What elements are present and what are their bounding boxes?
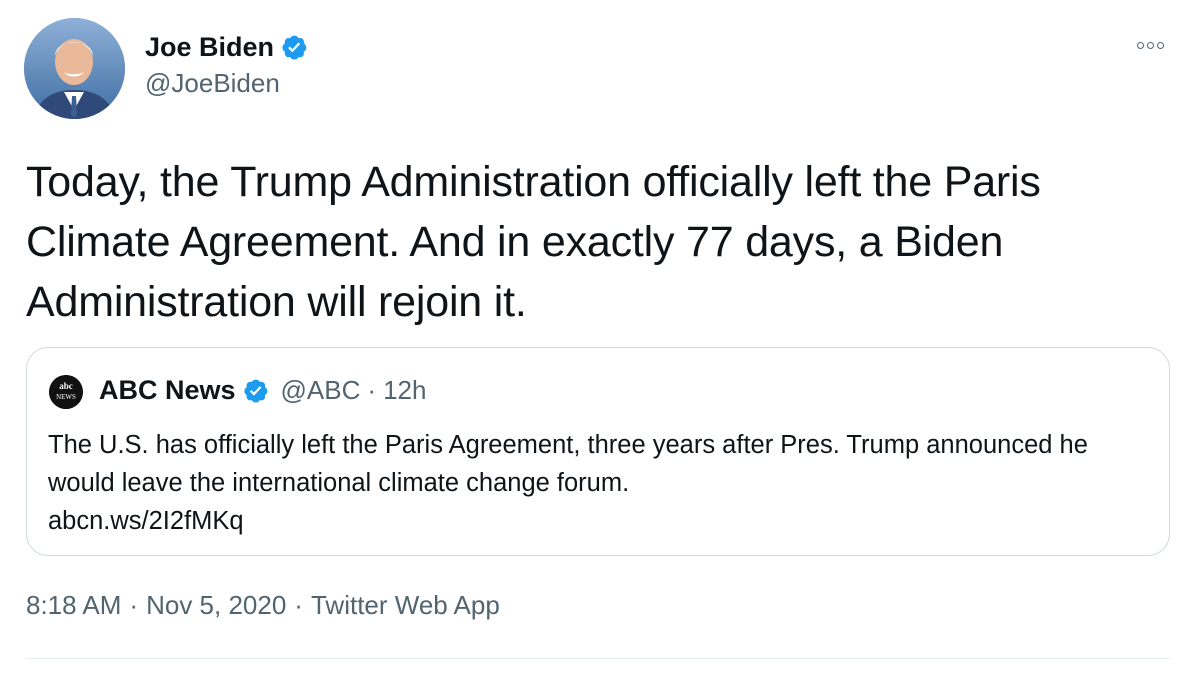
quoted-author-avatar: abc NEWS: [49, 375, 83, 409]
quoted-author-handle: @ABC: [280, 374, 361, 405]
more-dot: [1136, 41, 1144, 49]
tweet-source-app[interactable]: Twitter Web App: [311, 590, 500, 620]
author-handle[interactable]: @JoeBiden: [145, 68, 280, 99]
author-avatar[interactable]: [24, 18, 125, 119]
author-name[interactable]: Joe Biden: [145, 32, 274, 63]
quoted-separator: ·: [367, 374, 377, 405]
abc-news-logo: abc NEWS: [49, 375, 83, 409]
quoted-tweet[interactable]: abc NEWS ABC News @ABC · 12h The U.S. ha…: [26, 347, 1170, 556]
meta-separator: ·: [294, 590, 303, 620]
tweet-text: Today, the Trump Administration official…: [26, 158, 1041, 326]
quoted-text: The U.S. has officially left the Paris A…: [48, 431, 1088, 497]
more-options-icon[interactable]: [1128, 30, 1172, 60]
meta-separator: ·: [129, 590, 139, 620]
avatar-image: [24, 18, 125, 119]
quoted-author-name: ABC News: [99, 374, 236, 405]
logo-news-text: NEWS: [56, 393, 76, 401]
tweet: Joe Biden @JoeBiden Today, the Trump Adm…: [0, 0, 1200, 676]
tweet-time[interactable]: 8:18 AM: [26, 590, 121, 620]
tweet-date[interactable]: Nov 5, 2020: [146, 590, 286, 620]
more-dot: [1146, 41, 1154, 49]
verified-badge-icon: [242, 377, 269, 404]
quoted-timestamp: 12h: [383, 374, 427, 405]
quoted-header: ABC News @ABC · 12h: [99, 370, 426, 410]
author-name-row: Joe Biden: [145, 27, 308, 67]
quoted-text-block: The U.S. has officially left the Paris A…: [48, 426, 1148, 540]
quoted-link[interactable]: abcn.ws/2I2fMKq: [48, 502, 1148, 540]
logo-abc-text: abc: [59, 381, 73, 391]
divider: [26, 658, 1170, 659]
more-dot: [1156, 41, 1164, 49]
tweet-meta: 8:18 AM · Nov 5, 2020 · Twitter Web App: [26, 590, 500, 621]
verified-badge-icon: [280, 33, 308, 61]
